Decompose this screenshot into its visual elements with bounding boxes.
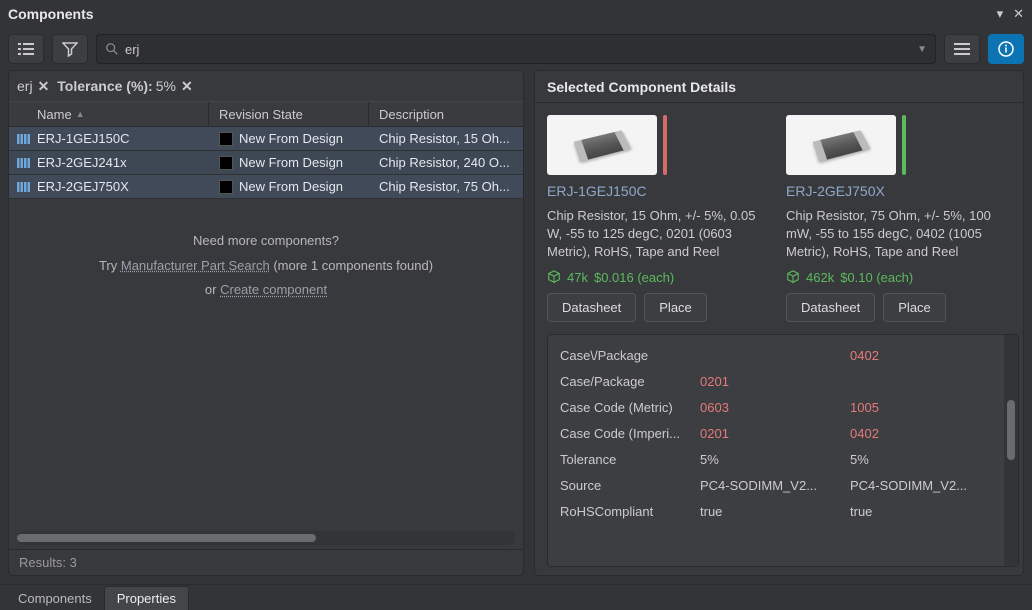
component-icon xyxy=(17,132,31,146)
component-card: ERJ-1GEJ150C Chip Resistor, 15 Ohm, +/- 5… xyxy=(547,115,772,322)
revision-state-icon xyxy=(219,180,233,194)
compare-row: RoHSComplianttruetrue xyxy=(560,499,1000,525)
close-icon[interactable]: ✕ xyxy=(1013,6,1024,22)
search-input[interactable] xyxy=(125,42,911,57)
remove-chip-icon[interactable]: ✕ xyxy=(36,78,52,95)
details-header: Selected Component Details xyxy=(535,71,1023,103)
status-indicator xyxy=(902,115,906,175)
details-panel: Selected Component Details ERJ-1GEJ150C C… xyxy=(534,70,1024,576)
horizontal-scrollbar[interactable] xyxy=(17,531,515,545)
remove-chip-icon[interactable]: ✕ xyxy=(179,78,195,95)
datasheet-button[interactable]: Datasheet xyxy=(786,293,875,322)
stock-price: 462k$0.10 (each) xyxy=(786,270,1011,285)
info-button[interactable] xyxy=(988,34,1024,64)
table-row[interactable]: ERJ-1GEJ150CNew From DesignChip Resistor… xyxy=(9,127,523,151)
part-number-link[interactable]: ERJ-1GEJ150C xyxy=(547,183,772,199)
titlebar: Components ▾ ✕ xyxy=(0,0,1032,28)
column-name[interactable]: Name▲ xyxy=(9,102,209,126)
datasheet-button[interactable]: Datasheet xyxy=(547,293,636,322)
manufacturer-part-search-link[interactable]: Manufacturer Part Search xyxy=(121,258,270,273)
compare-row: Case Code (Imperi...02010402 xyxy=(560,421,1000,447)
tab-properties[interactable]: Properties xyxy=(104,586,189,610)
toolbar: ▼ xyxy=(0,28,1032,70)
search-dropdown-icon[interactable]: ▼ xyxy=(917,44,927,55)
menu-button[interactable] xyxy=(944,34,980,64)
vertical-scrollbar[interactable] xyxy=(1004,335,1018,566)
column-description[interactable]: Description xyxy=(369,102,523,126)
filter-button[interactable] xyxy=(52,34,88,64)
search-icon xyxy=(105,42,119,56)
compare-row: Tolerance5%5% xyxy=(560,447,1000,473)
part-description: Chip Resistor, 75 Ohm, +/- 5%, 100 mW, -… xyxy=(786,207,1011,262)
grid-header: Name▲ Revision State Description xyxy=(9,101,523,127)
status-indicator xyxy=(663,115,667,175)
revision-state-icon xyxy=(219,156,233,170)
component-thumbnail xyxy=(786,115,896,175)
component-cards: ERJ-1GEJ150C Chip Resistor, 15 Ohm, +/- 5… xyxy=(535,103,1023,334)
compare-row: Case\/Package0402 xyxy=(560,343,1000,369)
create-component-link[interactable]: Create component xyxy=(220,282,327,297)
need-more: Need more components? Try Manufacturer P… xyxy=(9,199,523,333)
tab-components[interactable]: Components xyxy=(6,587,104,610)
component-card: ERJ-2GEJ750X Chip Resistor, 75 Ohm, +/- 5… xyxy=(786,115,1011,322)
list-view-button[interactable] xyxy=(8,34,44,64)
place-button[interactable]: Place xyxy=(883,293,946,322)
dropdown-icon[interactable]: ▾ xyxy=(997,6,1004,22)
table-row[interactable]: ERJ-2GEJ241xNew From DesignChip Resistor… xyxy=(9,151,523,175)
search-box[interactable]: ▼ xyxy=(96,34,936,64)
compare-row: SourcePC4-SODIMM_V2...PC4-SODIMM_V2... xyxy=(560,473,1000,499)
filter-chip-tolerance[interactable]: Tolerance (%): 5% ✕ xyxy=(57,78,194,95)
part-number-link[interactable]: ERJ-2GEJ750X xyxy=(786,183,1011,199)
filter-chips: erj ✕ Tolerance (%): 5% ✕ xyxy=(9,71,523,101)
revision-state-icon xyxy=(219,132,233,146)
compare-row: Case/Package0201 xyxy=(560,369,1000,395)
footer-tabs: Components Properties xyxy=(0,584,1032,610)
place-button[interactable]: Place xyxy=(644,293,707,322)
compare-row: Case Code (Metric)06031005 xyxy=(560,395,1000,421)
part-description: Chip Resistor, 15 Ohm, +/- 5%, 0.05 W, -… xyxy=(547,207,772,262)
filter-chip-term[interactable]: erj ✕ xyxy=(17,78,51,95)
component-icon xyxy=(17,180,31,194)
stock-price: 47k$0.016 (each) xyxy=(547,270,772,285)
component-thumbnail xyxy=(547,115,657,175)
results-panel: erj ✕ Tolerance (%): 5% ✕ Name▲ Revision… xyxy=(8,70,524,576)
column-revision[interactable]: Revision State xyxy=(209,102,369,126)
compare-grid: Case\/Package0402Case/Package0201Case Co… xyxy=(547,334,1019,567)
table-row[interactable]: ERJ-2GEJ750XNew From DesignChip Resistor… xyxy=(9,175,523,199)
sort-asc-icon: ▲ xyxy=(72,109,85,119)
component-icon xyxy=(17,156,31,170)
panel-title: Components xyxy=(8,6,94,22)
results-count: Results: 3 xyxy=(9,549,523,575)
grid-rows: ERJ-1GEJ150CNew From DesignChip Resistor… xyxy=(9,127,523,199)
